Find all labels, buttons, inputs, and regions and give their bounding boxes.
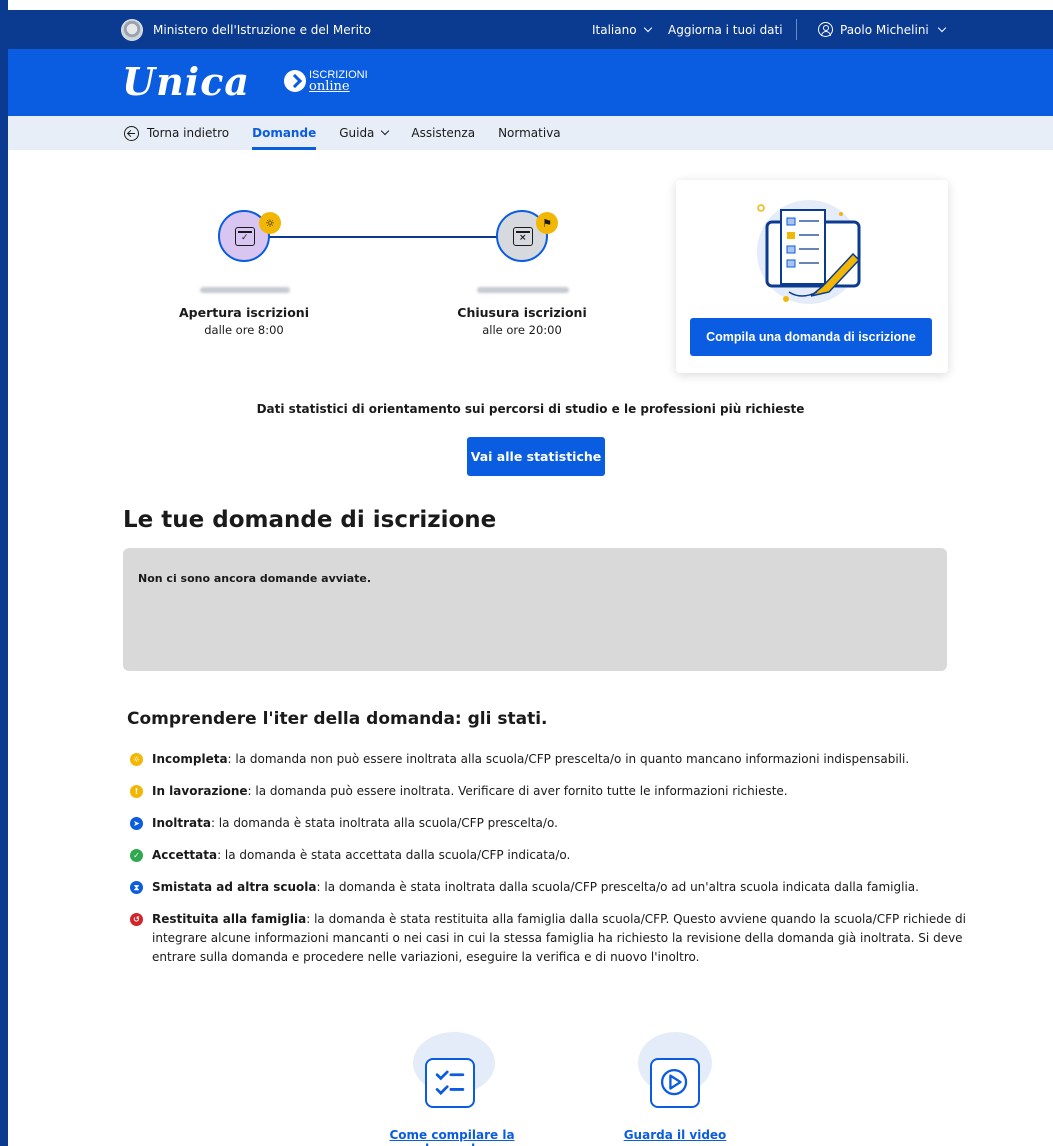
ministry-name: Ministero dell'Istruzione e del Merito	[153, 22, 371, 37]
user-menu[interactable]: Paolo Michelini	[818, 10, 947, 49]
state-item: ➤ Inoltrata: la domanda è stata inoltrata…	[130, 814, 1000, 833]
state-name: Incompleta	[152, 752, 228, 766]
closing-time: alle ore 20:00	[482, 323, 562, 337]
opening-date-blurred	[200, 287, 290, 293]
state-status-icon: !	[130, 785, 143, 798]
state-description: Smistata ad altra scuola: la domanda è s…	[152, 878, 919, 897]
state-description: In lavorazione: la domanda può essere in…	[152, 782, 788, 801]
state-name: Restituita alla famiglia	[152, 912, 307, 926]
state-description: Accettata: la domanda è stata accettata …	[152, 846, 570, 865]
stats-description: Dati statistici di orientamento sui perc…	[256, 402, 805, 416]
tab-domande-label: Domande	[252, 126, 317, 140]
state-status-icon: ↺	[130, 913, 143, 926]
tab-assistenza[interactable]: Assistenza	[411, 116, 475, 150]
user-icon	[818, 22, 833, 37]
unica-logo[interactable]: Unica	[122, 59, 250, 104]
iscrizioni-online-logo[interactable]: ISCRIZIONI online	[284, 70, 368, 94]
state-name: Smistata ad altra scuola	[152, 880, 317, 894]
state-name: In lavorazione	[152, 784, 248, 798]
back-label: Torna indietro	[147, 126, 230, 140]
state-status-icon: ✓	[130, 849, 143, 862]
opening-label: Apertura iscrizioni	[178, 305, 309, 320]
state-item: ↺ Restituita alla famiglia: la domanda è …	[130, 910, 1000, 967]
back-link[interactable]: Torna indietro	[124, 116, 229, 150]
divider	[796, 19, 797, 40]
states-list: ☼ Incompleta: la domanda non può essere i…	[130, 750, 1000, 980]
state-text: : la domanda è stata inoltrata dalla scu…	[316, 880, 919, 894]
form-illustration-icon	[757, 200, 861, 304]
opening-time: dalle ore 8:00	[204, 323, 284, 337]
tab-domande[interactable]: Domande	[252, 116, 317, 150]
back-arrow-icon	[124, 125, 139, 141]
compile-application-button[interactable]: Compila una domanda di iscrizione	[690, 318, 932, 356]
ministry-header[interactable]: Ministero dell'Istruzione e del Merito	[121, 10, 371, 49]
new-application-card: Compila una domanda di iscrizione	[676, 180, 948, 373]
applications-title: Le tue domande di iscrizione	[123, 507, 497, 533]
nav-bar: Torna indietro Domande Guida Assistenza …	[8, 116, 1053, 150]
state-status-icon: ☼	[130, 753, 143, 766]
state-item: ☼ Incompleta: la domanda non può essere i…	[130, 750, 1000, 769]
state-description: Incompleta: la domanda non può essere in…	[152, 750, 909, 769]
guide-link[interactable]: Come compilare la domanda	[357, 1128, 547, 1146]
chevron-down-icon	[643, 23, 652, 32]
state-status-icon: ➤	[130, 817, 143, 830]
chevron-down-icon	[937, 23, 947, 32]
empty-message: Non ci sono ancora domande avviate.	[138, 572, 372, 585]
state-name: Accettata	[152, 848, 218, 862]
timeline-line	[245, 236, 523, 238]
video-link[interactable]: Guarda il video	[580, 1128, 770, 1142]
iscrizioni-logo-bottom: online	[309, 79, 350, 94]
update-data-label: Aggiorna i tuoi dati	[668, 22, 783, 37]
calendar-check-icon: ✓	[235, 227, 255, 246]
states-title: Comprendere l'iter della domanda: gli st…	[127, 709, 548, 729]
top-bar: Ministero dell'Istruzione e del Merito I…	[8, 10, 1053, 49]
tab-guida[interactable]: Guida	[339, 116, 390, 150]
arrow-right-icon	[284, 70, 306, 92]
state-text: : la domanda è stata accettata dalla scu…	[217, 848, 571, 862]
state-description: Inoltrata: la domanda è stata inoltrata …	[152, 814, 558, 833]
tab-normativa-label: Normativa	[498, 126, 561, 140]
republic-emblem-icon	[121, 18, 143, 41]
tab-guida-label: Guida	[339, 126, 375, 140]
tab-normativa[interactable]: Normativa	[498, 116, 561, 150]
closing-date-blurred	[477, 287, 569, 293]
tab-assistenza-label: Assistenza	[411, 126, 476, 140]
language-label: Italiano	[592, 22, 637, 37]
state-item: ✓ Accettata: la domanda è stata accettata…	[130, 846, 1000, 865]
alarm-badge-icon: ☼	[259, 212, 281, 234]
view-stats-button[interactable]: Vai alle statistiche	[467, 437, 605, 476]
state-text: : la domanda non può essere inoltrata al…	[227, 752, 910, 766]
main-nav: Torna indietro Domande Guida Assistenza …	[124, 116, 584, 150]
state-text: : la domanda è stata inoltrata alla scuo…	[210, 816, 558, 830]
state-item: ! In lavorazione: la domanda può essere i…	[130, 782, 1000, 801]
state-status-icon: ⧗	[130, 881, 143, 894]
update-data-link[interactable]: Aggiorna i tuoi dati	[668, 10, 783, 49]
language-selector[interactable]: Italiano	[592, 10, 652, 49]
user-name: Paolo Michelini	[840, 22, 929, 37]
state-text: : la domanda può essere inoltrata. Verif…	[247, 784, 788, 798]
play-video-icon	[650, 1058, 700, 1108]
state-name: Inoltrata	[152, 816, 211, 830]
applications-empty-state: Non ci sono ancora domande avviate.	[123, 548, 947, 671]
state-item: ⧗ Smistata ad altra scuola: la domanda è …	[130, 878, 1000, 897]
checklist-icon	[425, 1058, 475, 1108]
chevron-down-icon	[381, 126, 390, 136]
closing-label: Chiusura iscrizioni	[457, 305, 587, 320]
flag-badge-icon: ⚑	[536, 212, 558, 234]
brand-bar: Unica ISCRIZIONI online	[8, 49, 1053, 116]
calendar-x-icon: ×	[513, 227, 533, 246]
state-description: Restituita alla famiglia: la domanda è s…	[152, 910, 1000, 967]
